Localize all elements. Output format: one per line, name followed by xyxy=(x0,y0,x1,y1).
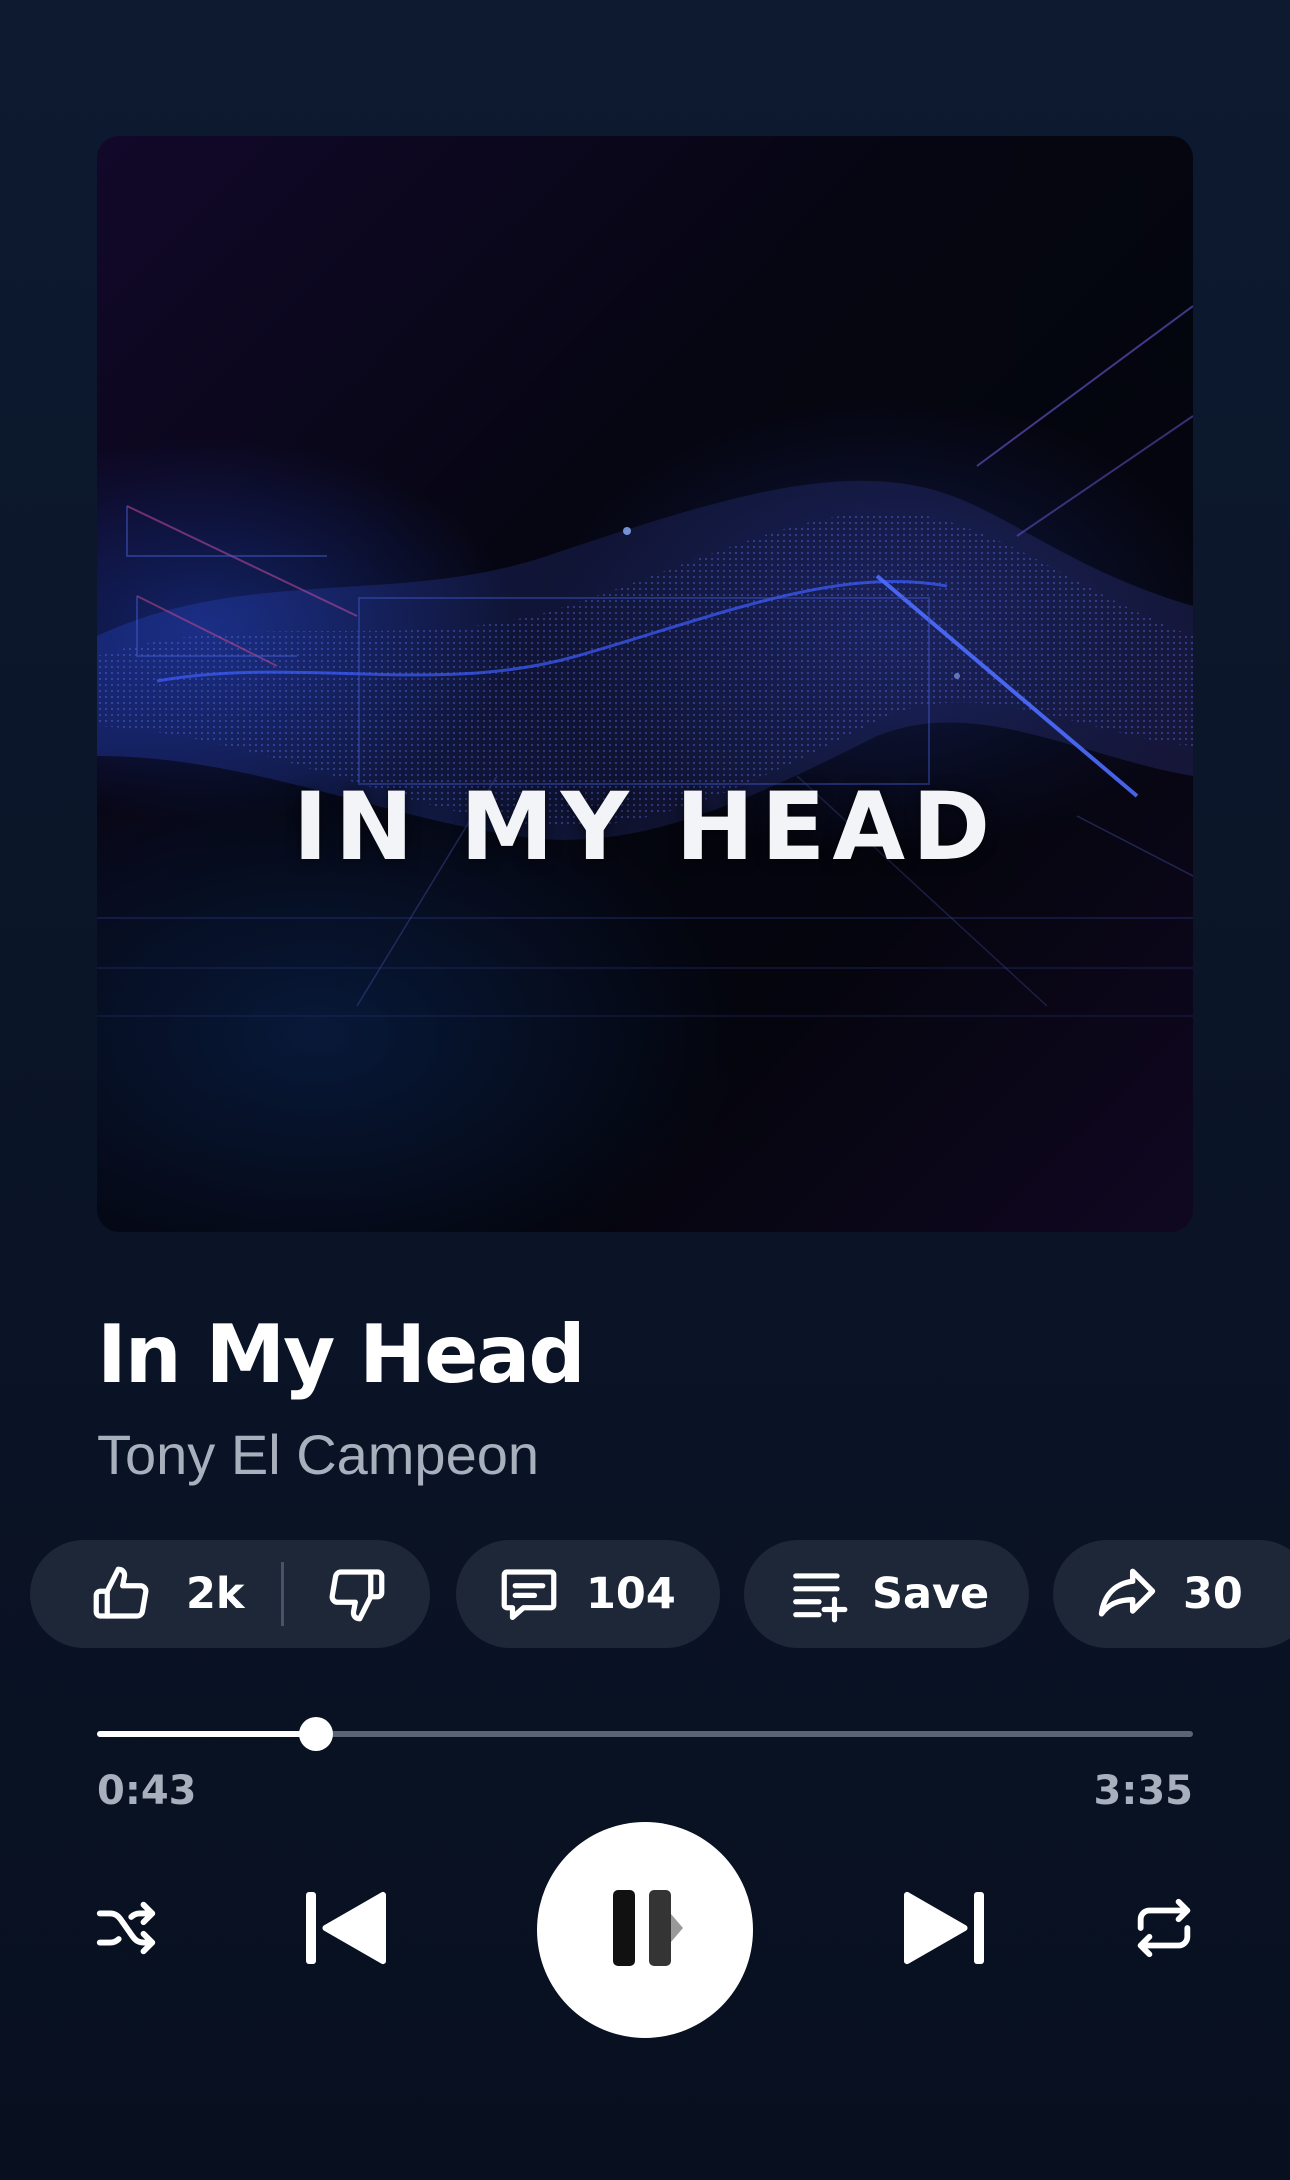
thumbs-up-icon[interactable] xyxy=(88,1561,154,1627)
comments-button[interactable]: 104 xyxy=(456,1540,720,1648)
comment-count: 104 xyxy=(586,1569,676,1619)
pause-icon xyxy=(605,1886,685,1975)
album-art: IN MY HEAD xyxy=(97,136,1193,1232)
comment-icon xyxy=(496,1561,562,1627)
progress-fill xyxy=(97,1731,317,1737)
playlist-add-icon xyxy=(788,1563,850,1625)
like-divider xyxy=(280,1562,284,1626)
shuffle-icon xyxy=(91,1893,161,1968)
save-button[interactable]: Save xyxy=(744,1540,1029,1648)
shuffle-button[interactable] xyxy=(86,1890,166,1970)
skip-next-icon xyxy=(896,1888,988,1973)
like-dislike-chip: 2k xyxy=(30,1540,430,1648)
progress-bar[interactable] xyxy=(97,1717,1193,1751)
album-art-graphic xyxy=(97,305,1193,1017)
artist-name[interactable]: Tony El Campeon xyxy=(97,1422,539,1487)
repeat-icon xyxy=(1129,1893,1199,1968)
repeat-button[interactable] xyxy=(1124,1890,1204,1970)
like-count: 2k xyxy=(186,1569,245,1619)
play-pause-button[interactable] xyxy=(537,1822,753,2038)
song-title: In My Head xyxy=(97,1308,586,1401)
thumbs-down-icon[interactable] xyxy=(324,1561,390,1627)
save-label: Save xyxy=(872,1569,990,1619)
total-time: 3:35 xyxy=(1093,1768,1194,1814)
next-button[interactable] xyxy=(892,1886,992,1974)
elapsed-time: 0:43 xyxy=(97,1768,197,1814)
skip-previous-icon xyxy=(302,1888,394,1973)
progress-thumb[interactable] xyxy=(299,1717,334,1751)
previous-button[interactable] xyxy=(298,1886,398,1974)
share-count: 30 xyxy=(1183,1569,1243,1619)
album-art-title: IN MY HEAD xyxy=(292,773,998,882)
share-button[interactable]: 30 xyxy=(1053,1540,1290,1648)
share-icon xyxy=(1093,1560,1161,1628)
